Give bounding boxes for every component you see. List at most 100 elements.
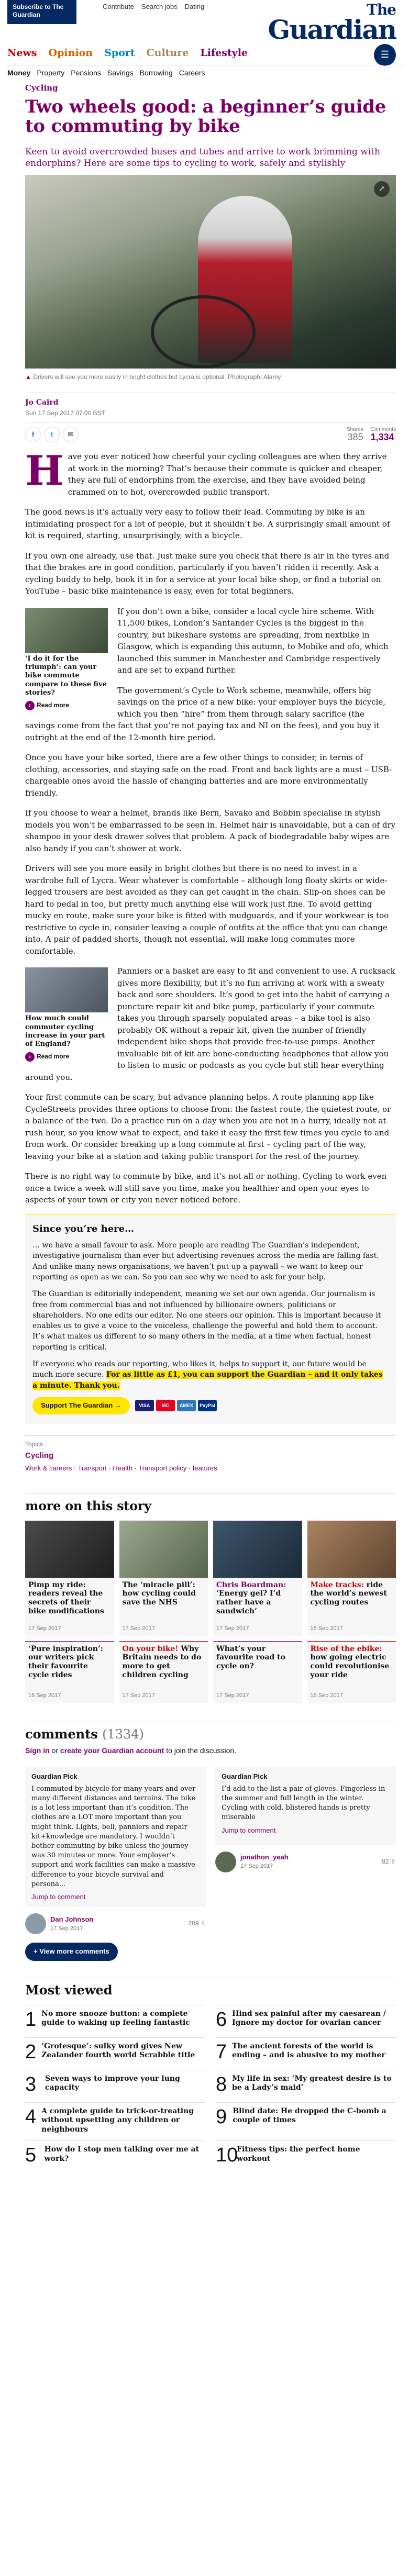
twitter-icon[interactable]: t [44,427,60,443]
dating-link[interactable]: Dating [185,2,205,12]
pick-label: Guardian Pick [222,1772,268,1780]
view-more-comments-button[interactable]: + View more comments [25,1943,118,1961]
search-jobs-link[interactable]: Search jobs [141,2,178,12]
story-card[interactable]: Chris Boardman: ‘Energy gel? I’d rather … [213,1520,302,1636]
pillar-news[interactable]: News [7,46,37,61]
topic-list[interactable]: Work & careers · Transport · Health · Tr… [25,1464,396,1474]
recommend-count[interactable]: 209 ⇧ [189,1919,206,1928]
pillar-lifestyle[interactable]: Lifestyle [200,46,248,61]
jump-to-comment[interactable]: Jump to comment [222,1826,390,1835]
create-account-link[interactable]: create your Guardian account [60,1746,164,1755]
subnav-property[interactable]: Property [37,68,64,78]
story-card[interactable]: Rise of the ebike: how going electric co… [307,1641,396,1703]
guardian-picks: Guardian Pick I commuted by bicycle for … [25,1766,396,1935]
topics-label: Topics [25,1440,43,1448]
pillar-culture[interactable]: Culture [147,46,189,61]
comment-count[interactable]: Comments 1,334 [371,427,396,442]
subnav-pensions[interactable]: Pensions [71,68,101,78]
most-viewed-headline: No more snooze button: a complete guide … [41,2009,190,2027]
subscribe-button[interactable]: Subscribe to The Guardian [7,0,76,24]
story-kicker: Chris Boardman: [216,1580,286,1589]
share-count-value: 385 [347,432,363,443]
header-links: Contribute Search jobs Dating [103,2,204,12]
username[interactable]: Dan Johnson [50,1915,93,1925]
story-date: 17 Sep 2017 [216,1625,249,1632]
story-kicker: On your bike! [122,1644,179,1653]
story-card[interactable]: Pimp my ride: readers reveal the secrets… [25,1520,114,1636]
story-date: 16 Sep 2017 [310,1625,343,1632]
most-viewed: Most viewed 1 No more snooze button: a co… [25,1977,396,2173]
jump-to-comment[interactable]: Jump to comment [31,1892,200,1902]
caption-text: Drivers will see you more easily in brig… [33,373,281,381]
byline[interactable]: Jo Caird [25,392,396,408]
most-viewed-item[interactable]: 6 Hind sex painful after my caesarean / I… [216,2004,396,2037]
rich-link-2[interactable]: How much could commuter cycling increase… [25,967,108,1062]
story-title: The ‘miracle pill’: how cycling could sa… [119,1578,208,1618]
most-viewed-item[interactable]: 8 My life in sex: ‘My greatest desire is … [216,2069,396,2102]
story-headline: The ‘miracle pill’: how cycling could sa… [122,1580,196,1607]
most-viewed-headline: The ancient forests of the world is endi… [232,2042,385,2060]
arrow-right-icon: › [25,1052,35,1062]
rich-link-1-readmore: › Read more [25,700,108,711]
paragraph-7: If you choose to wear a helmet, brands l… [25,808,396,853]
pick-comment: Guardian Pick I’d add to the list a pair… [215,1766,396,1934]
expand-icon[interactable]: ⤢ [374,181,390,197]
most-viewed-item[interactable]: 7 The ancient forests of the world is end… [216,2037,396,2070]
support-button[interactable]: Support The Guardian → [32,1397,130,1414]
epic-title: Since you’re here… [32,1223,135,1234]
readmore-label: Read more [37,1053,70,1061]
subnav-savings[interactable]: Savings [107,68,134,78]
rich-link-1[interactable]: ‘I do it for the triumph’: can your bike… [25,607,108,711]
most-viewed-item[interactable]: 4A complete guide to trick-or-treating w… [25,2102,205,2141]
username[interactable]: jonathon_yeah [240,1853,289,1863]
topic-main[interactable]: Cycling [25,1450,396,1462]
story-title: ‘Pure inspiration’: our writers pick the… [25,1642,114,1690]
story-card[interactable]: ‘Pure inspiration’: our writers pick the… [25,1641,114,1703]
pick-text: I commuted by bicycle for many years and… [31,1785,196,1888]
story-headline: ‘Energy gel? I’d rather have a sandwich’ [216,1589,281,1615]
story-image [119,1521,208,1578]
story-card[interactable]: Make tracks: ride the world’s newest cyc… [307,1520,396,1636]
avatar[interactable] [215,1851,236,1872]
facebook-icon[interactable]: f [25,427,41,443]
pillar-opinion[interactable]: Opinion [49,46,93,61]
rank-number: 10 [216,2144,238,2167]
contribute-link[interactable]: Contribute [103,2,134,12]
recommend-count[interactable]: 82 ⇧ [382,1857,396,1866]
subnav-careers[interactable]: Careers [179,68,205,78]
rich-link-2-readmore: › Read more [25,1052,108,1062]
guardian-logo[interactable]: The Guardian [268,3,397,42]
story-card[interactable]: On your bike! Why Britain needs to do mo… [119,1641,208,1703]
pillar-sport[interactable]: Sport [104,46,135,61]
menu-icon[interactable]: ☰ [374,44,396,66]
rank-number: 1 [25,2008,37,2031]
most-viewed-list: 1 No more snooze button: a complete guide… [25,2004,396,2173]
signin-link[interactable]: Sign in [25,1746,50,1755]
avatar[interactable] [25,1913,46,1935]
email-icon[interactable]: ✉ [63,427,79,443]
dateline: Sun 17 Sep 2017 07.00 BST [25,409,105,417]
story-card[interactable]: The ‘miracle pill’: how cycling could sa… [119,1520,208,1636]
most-viewed-item[interactable]: 3 Seven ways to improve your lung capacit… [25,2069,205,2102]
story-headline: What’s your favourite road to cycle on? [216,1644,285,1671]
rich-link-2-image [25,967,108,1013]
most-viewed-item[interactable]: 1 No more snooze button: a complete guide… [25,2004,205,2037]
rich-link-1-title: ‘I do it for the triumph’: can your bike… [25,654,107,697]
recommend-value: 209 [188,1920,199,1927]
paragraph-11: There is no right way to commute by bike… [25,1172,387,1205]
standfirst: Keen to avoid overcrowded buses and tube… [25,146,381,169]
story-card[interactable]: What’s your favourite road to cycle on? 1… [213,1641,302,1703]
section-kicker[interactable]: Cycling [25,83,396,94]
paragraph-1: Have you ever noticed how cheerful your … [25,451,396,498]
or-text: or [49,1746,60,1755]
story-title: Pimp my ride: readers reveal the secrets… [25,1578,114,1626]
most-viewed-item[interactable]: 5 How do I stop men talking over me at wo… [25,2140,205,2173]
most-viewed-item[interactable]: 2 ‘Grotesque’: sulky word gives New Zeala… [25,2037,205,2070]
most-viewed-item[interactable]: 9 Blind date: He dropped the C-bomb a cou… [216,2102,396,2141]
most-viewed-item[interactable]: 10 Fitness tips: the perfect home workout [216,2140,396,2173]
subnav: Money Property Pensions Savings Borrowin… [7,65,405,78]
story-headline: how going electric could revolutionise y… [310,1653,390,1679]
subnav-money[interactable]: Money [7,68,30,78]
subnav-borrowing[interactable]: Borrowing [140,68,173,78]
topics: Topics Cycling Work & careers · Transpor… [25,1435,396,1474]
